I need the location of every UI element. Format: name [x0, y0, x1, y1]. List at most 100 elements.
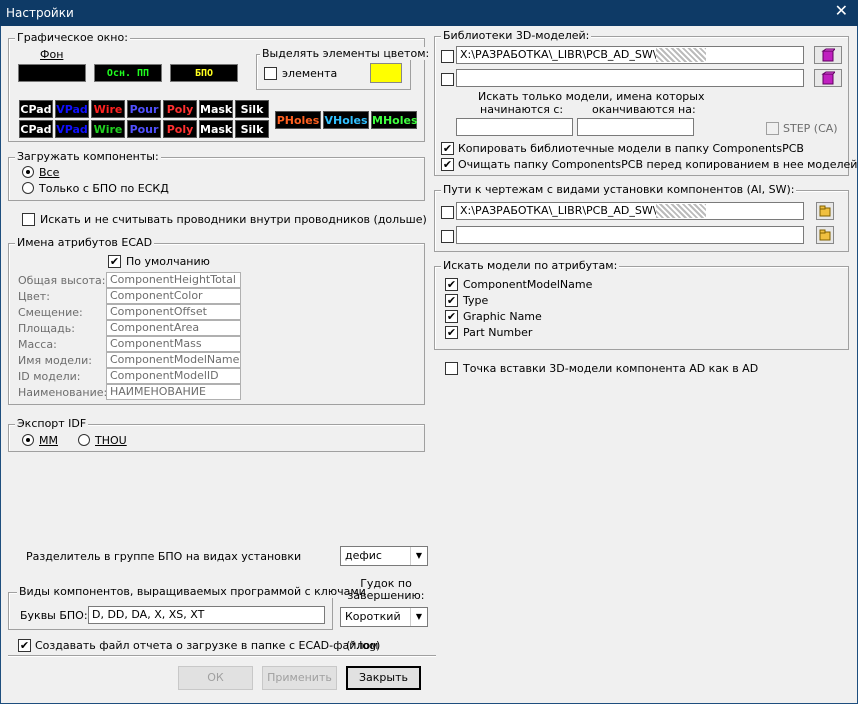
ecad-attr-input[interactable]: ComponentModelName [106, 352, 241, 368]
row2-poly-chip[interactable]: Poly [163, 120, 197, 138]
row2-cpad-chip[interactable]: CPad [19, 120, 53, 138]
ecad-attr-label: Общая высота: [18, 274, 106, 287]
redacted-noise [656, 48, 707, 62]
load-components-legend: Загружать компоненты: [15, 150, 161, 163]
ecad-attr-label: Цвет: [18, 290, 50, 303]
folder-icon [819, 229, 831, 241]
load-bpo-radio[interactable] [22, 182, 34, 194]
chevron-down-icon[interactable]: ▼ [410, 608, 427, 626]
lib2-path-input[interactable] [456, 69, 804, 87]
apply-button[interactable]: Применить [262, 666, 337, 690]
graphic-window-legend: Графическое окно: [15, 31, 130, 44]
copy-models-checkbox[interactable]: ✔ [441, 142, 454, 155]
clean-folder-label: Очищать папку ComponentsPCB перед копиро… [458, 158, 858, 171]
highlight-color-swatch[interactable] [370, 63, 402, 83]
row2-vpad-chip[interactable]: VPad [55, 120, 89, 138]
window-title: Настройки [6, 6, 74, 20]
element-label: элемента [282, 67, 338, 80]
path1-input[interactable]: X:\РАЗРАБОТКА\_LIBR\PCB_AD_SW\ [456, 202, 804, 220]
row1-silk-chip[interactable]: Silk [235, 100, 269, 118]
ecad-attr-label: Смещение: [18, 306, 83, 319]
close-button[interactable]: Закрыть [346, 666, 421, 690]
folder-icon [819, 205, 831, 217]
attr-checkbox[interactable]: ✔ [445, 294, 458, 307]
row2-wire-chip[interactable]: Wire [91, 120, 125, 138]
lib1-path-input[interactable]: X:\РАЗРАБОТКА\_LIBR\PCB_AD_SW\ [456, 46, 804, 64]
ecad-attr-input[interactable]: ComponentModelID [106, 368, 241, 384]
beep-label: Гудок по завершению: [347, 577, 425, 602]
search-wires-checkbox[interactable] [22, 213, 35, 226]
report-label: Создавать файл отчета о загрузке в папке… [35, 639, 379, 652]
bpo-letters-input[interactable]: D, DD, DA, X, XS, XT [88, 606, 325, 624]
ecad-attr-input[interactable]: ComponentHeightTotal [106, 272, 241, 288]
lib1-checkbox[interactable] [441, 50, 454, 63]
default-names-checkbox[interactable]: ✔ [108, 255, 121, 268]
idf-thou-radio[interactable] [78, 434, 90, 446]
chevron-down-icon[interactable]: ▼ [410, 547, 427, 565]
path1-browse-button[interactable] [816, 202, 834, 220]
path2-checkbox[interactable] [441, 230, 454, 243]
ecad-attributes-legend: Имена атрибутов ECAD [15, 236, 155, 249]
holes-pholes-chip[interactable]: PHoles [275, 111, 321, 129]
row1-mask-chip[interactable]: Mask [199, 100, 233, 118]
fon-color-swatch[interactable] [18, 64, 86, 82]
lib2-checkbox[interactable] [441, 73, 454, 86]
row1-poly-chip[interactable]: Poly [163, 100, 197, 118]
report-checkbox[interactable]: ✔ [18, 639, 31, 652]
row2-pour-chip[interactable]: Pour [127, 120, 161, 138]
attr-checkbox[interactable]: ✔ [445, 278, 458, 291]
lib2-browse-button[interactable] [814, 69, 842, 87]
holes-vholes-chip[interactable]: VHoles [323, 111, 369, 129]
ecad-attr-input[interactable]: НАИМЕНОВАНИЕ [106, 384, 241, 400]
report-ext: (*.log) [346, 639, 381, 652]
ecad-attr-input[interactable]: ComponentOffset [106, 304, 241, 320]
row1-wire-chip[interactable]: Wire [91, 100, 125, 118]
holes-mholes-chip[interactable]: MHoles [371, 111, 418, 129]
attr-label: Part Number [463, 326, 533, 339]
ecad-attr-label: Площадь: [18, 322, 75, 335]
ecad-attr-label: Имя модели: [18, 354, 92, 367]
path1-value: X:\РАЗРАБОТКА\_LIBR\PCB_AD_SW\ [460, 204, 657, 217]
ecad-attr-input[interactable]: ComponentColor [106, 288, 241, 304]
row1-cpad-chip[interactable]: CPad [19, 100, 53, 118]
row1-pour-chip[interactable]: Pour [127, 100, 161, 118]
ok-button[interactable]: ОК [178, 666, 253, 690]
default-names-label: По умолчанию [126, 255, 210, 268]
lib1-path-value: X:\РАЗРАБОТКА\_LIBR\PCB_AD_SW\ [460, 48, 657, 61]
title-bar: Настройки ✕ [0, 0, 858, 26]
starts-with-label: начинаются с: [480, 103, 564, 116]
idf-mm-radio[interactable] [22, 434, 34, 446]
attr-checkbox[interactable]: ✔ [445, 326, 458, 339]
starts-with-input[interactable] [456, 118, 573, 136]
clean-folder-checkbox[interactable]: ✔ [441, 158, 454, 171]
path2-browse-button[interactable] [816, 226, 834, 244]
step-checkbox[interactable] [766, 122, 779, 135]
load-all-label: Все [39, 166, 60, 179]
load-all-radio[interactable] [22, 166, 34, 178]
close-icon[interactable]: ✕ [835, 3, 848, 19]
path2-input[interactable] [456, 226, 804, 244]
ecad-attr-input[interactable]: ComponentArea [106, 320, 241, 336]
cube-icon [821, 71, 835, 85]
ecad-attr-input[interactable]: ComponentMass [106, 336, 241, 352]
row2-mask-chip[interactable]: Mask [199, 120, 233, 138]
bpo-color-button[interactable]: БПО [170, 64, 238, 82]
osn-pp-color-button[interactable]: Осн. ПП [94, 64, 162, 82]
element-checkbox[interactable] [264, 67, 277, 80]
separator-select[interactable]: дефис ▼ [340, 546, 428, 566]
row1-vpad-chip[interactable]: VPad [55, 100, 89, 118]
cube-icon [821, 48, 835, 62]
path1-checkbox[interactable] [441, 206, 454, 219]
attr-checkbox[interactable]: ✔ [445, 310, 458, 323]
bpo-letters-label: Буквы БПО: [20, 609, 88, 622]
row2-silk-chip[interactable]: Silk [235, 120, 269, 138]
insert-point-checkbox[interactable] [445, 362, 458, 375]
load-bpo-label: Только с БПО по ЕСКД [39, 182, 169, 195]
lib1-browse-button[interactable] [814, 46, 842, 64]
ends-with-input[interactable] [577, 118, 694, 136]
libraries-legend: Библиотеки 3D-моделей: [441, 29, 592, 42]
ends-with-label: оканчиваются на: [592, 103, 696, 116]
ecad-attr-label: Масса: [18, 338, 57, 351]
beep-select[interactable]: Короткий ▼ [340, 607, 428, 627]
attr-label: ComponentModelName [463, 278, 593, 291]
